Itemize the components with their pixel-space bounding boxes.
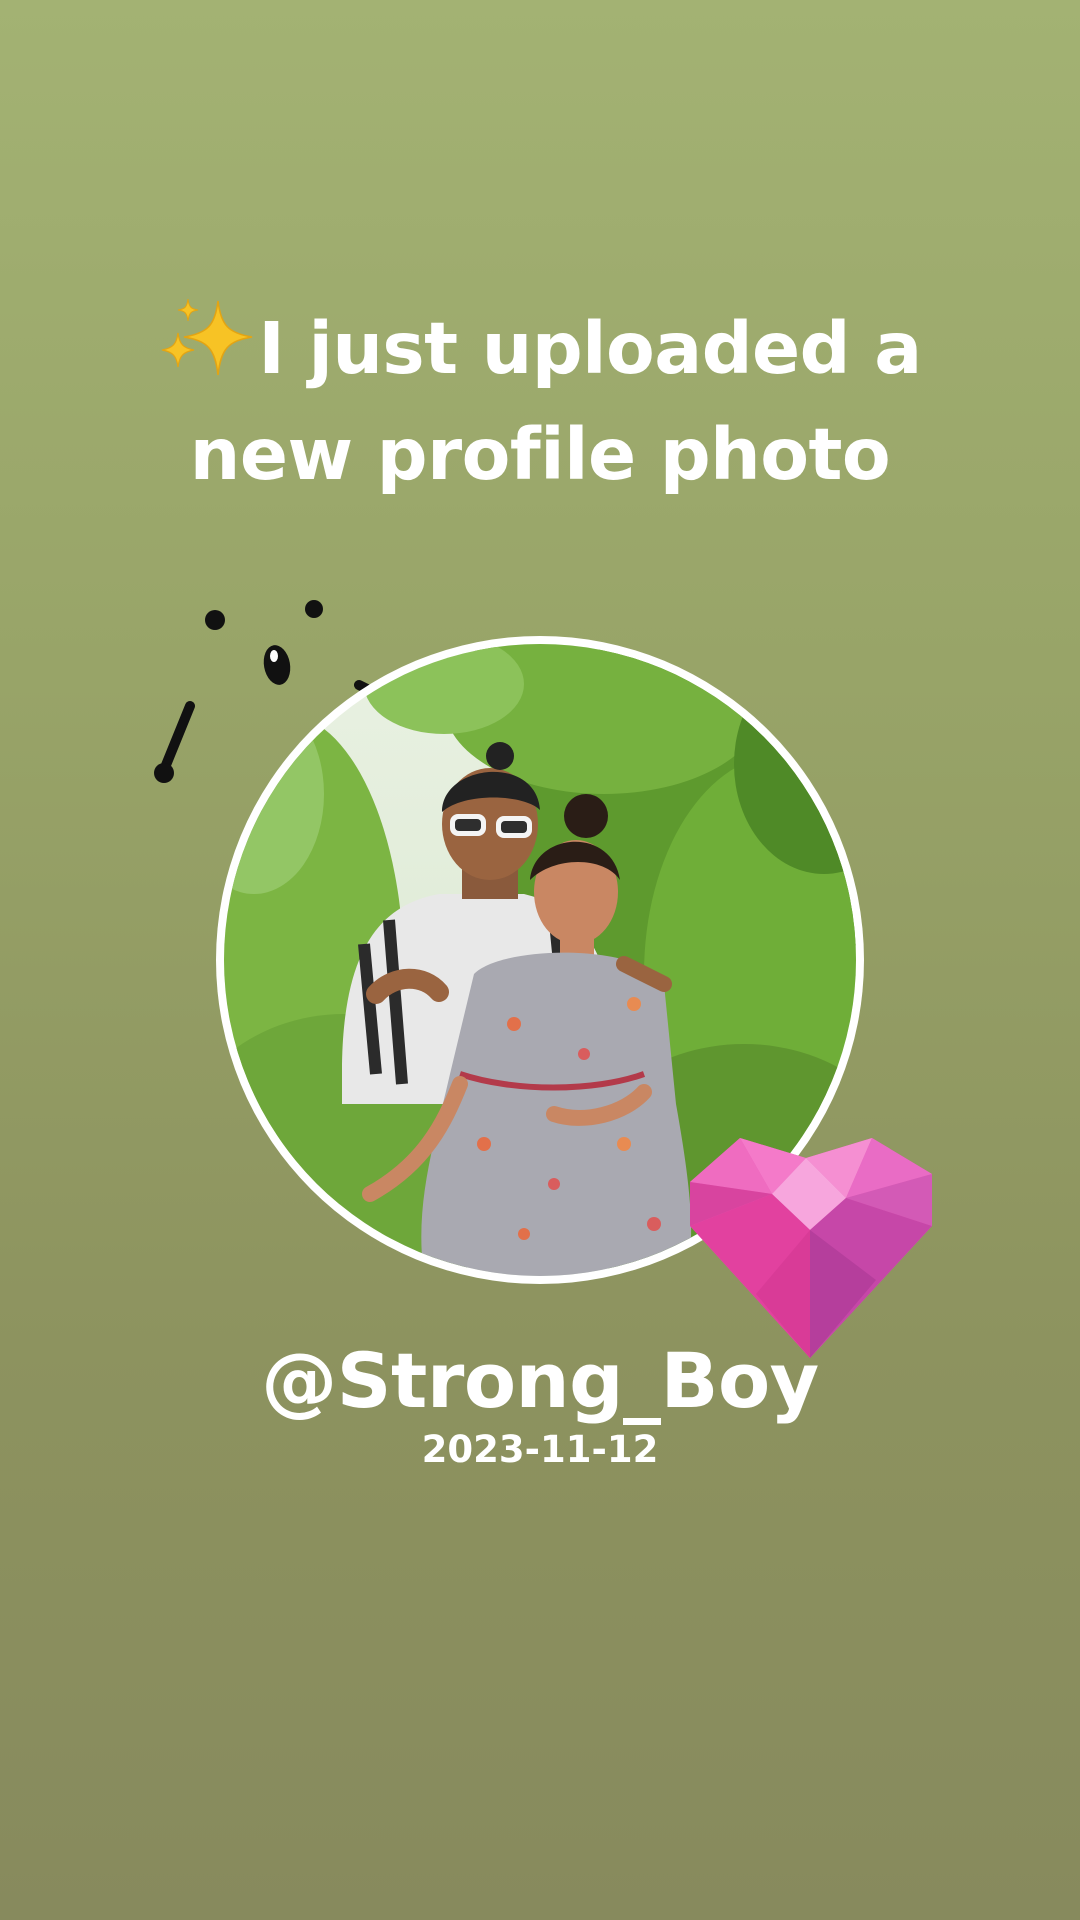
pink-gem-heart-sticker xyxy=(690,1138,932,1358)
headline-text-1: I just uploaded a xyxy=(258,307,922,390)
upload-date: 2023-11-12 xyxy=(421,1428,659,1471)
story-headline: I just uploaded a new profile photo xyxy=(90,296,990,508)
headline-line-2: new profile photo xyxy=(189,413,891,496)
username: @Strong_Boy xyxy=(261,1336,819,1425)
sparkles-icon xyxy=(162,298,253,376)
headline-line-1: I just uploaded a xyxy=(90,296,990,402)
